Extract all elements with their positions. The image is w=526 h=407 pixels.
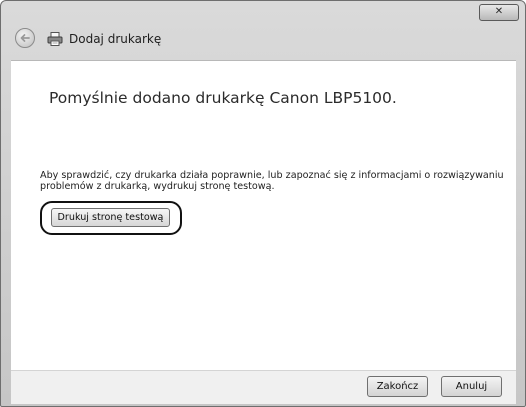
test-page-description: Aby sprawdzić, czy drukarka działa popra… — [40, 170, 504, 192]
add-printer-window: ✕ Dodaj drukarkę Pomyślnie dodano drukar… — [0, 0, 526, 407]
wizard-content: Pomyślnie dodano drukarkę Canon LBP5100.… — [11, 60, 516, 371]
window-title: Dodaj drukarkę — [69, 32, 162, 46]
close-button[interactable]: ✕ — [479, 4, 519, 21]
success-heading: Pomyślnie dodano drukarkę Canon LBP5100. — [49, 89, 397, 107]
wizard-footer: Zakończ Anuluj — [11, 370, 516, 404]
close-icon: ✕ — [494, 6, 504, 17]
finish-button[interactable]: Zakończ — [367, 376, 428, 397]
back-button[interactable] — [15, 28, 35, 48]
print-test-page-button[interactable]: Drukuj stronę testową — [51, 208, 170, 227]
back-arrow-icon — [20, 34, 30, 42]
cancel-button[interactable]: Anuluj — [441, 376, 502, 397]
highlight-ring: Drukuj stronę testową — [40, 201, 182, 235]
printer-icon — [47, 32, 63, 46]
